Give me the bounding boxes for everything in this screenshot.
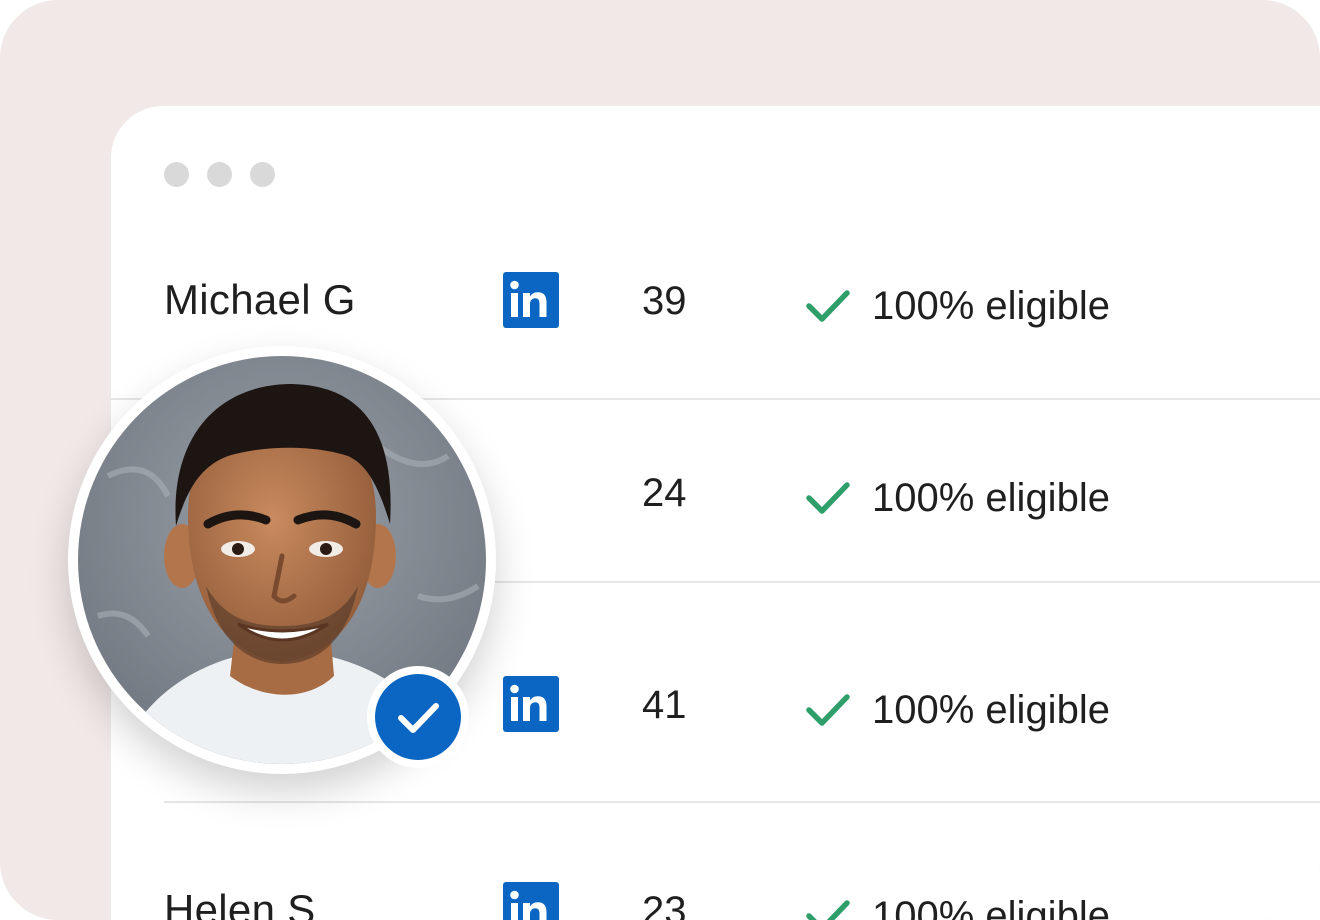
check-icon [805,898,851,920]
eligibility-status: 100% eligible [872,894,1110,920]
window-control-dot[interactable] [250,162,275,187]
check-icon [805,692,851,733]
count-value: 39 [642,279,687,323]
count-value: 41 [642,683,687,727]
window-controls [164,162,275,187]
outer-frame: Michael G 39 100% eligible 24 100% eligi… [0,0,1320,920]
linkedin-icon[interactable] [503,882,559,920]
linkedin-icon[interactable] [503,272,559,328]
check-icon [805,288,851,329]
eligibility-status: 100% eligible [872,688,1110,732]
verified-badge [367,666,469,768]
candidate-name: Michael G [164,276,356,323]
candidate-name: Helen S [164,886,316,920]
eligibility-status: 100% eligible [872,476,1110,520]
verified-badge-icon [375,674,461,760]
count-value: 24 [642,471,687,515]
eligibility-status: 100% eligible [872,284,1110,328]
count-value: 23 [642,889,687,920]
linkedin-icon[interactable] [503,676,559,732]
check-icon [805,480,851,521]
window-control-dot[interactable] [207,162,232,187]
row-divider [164,801,1320,803]
window-control-dot[interactable] [164,162,189,187]
